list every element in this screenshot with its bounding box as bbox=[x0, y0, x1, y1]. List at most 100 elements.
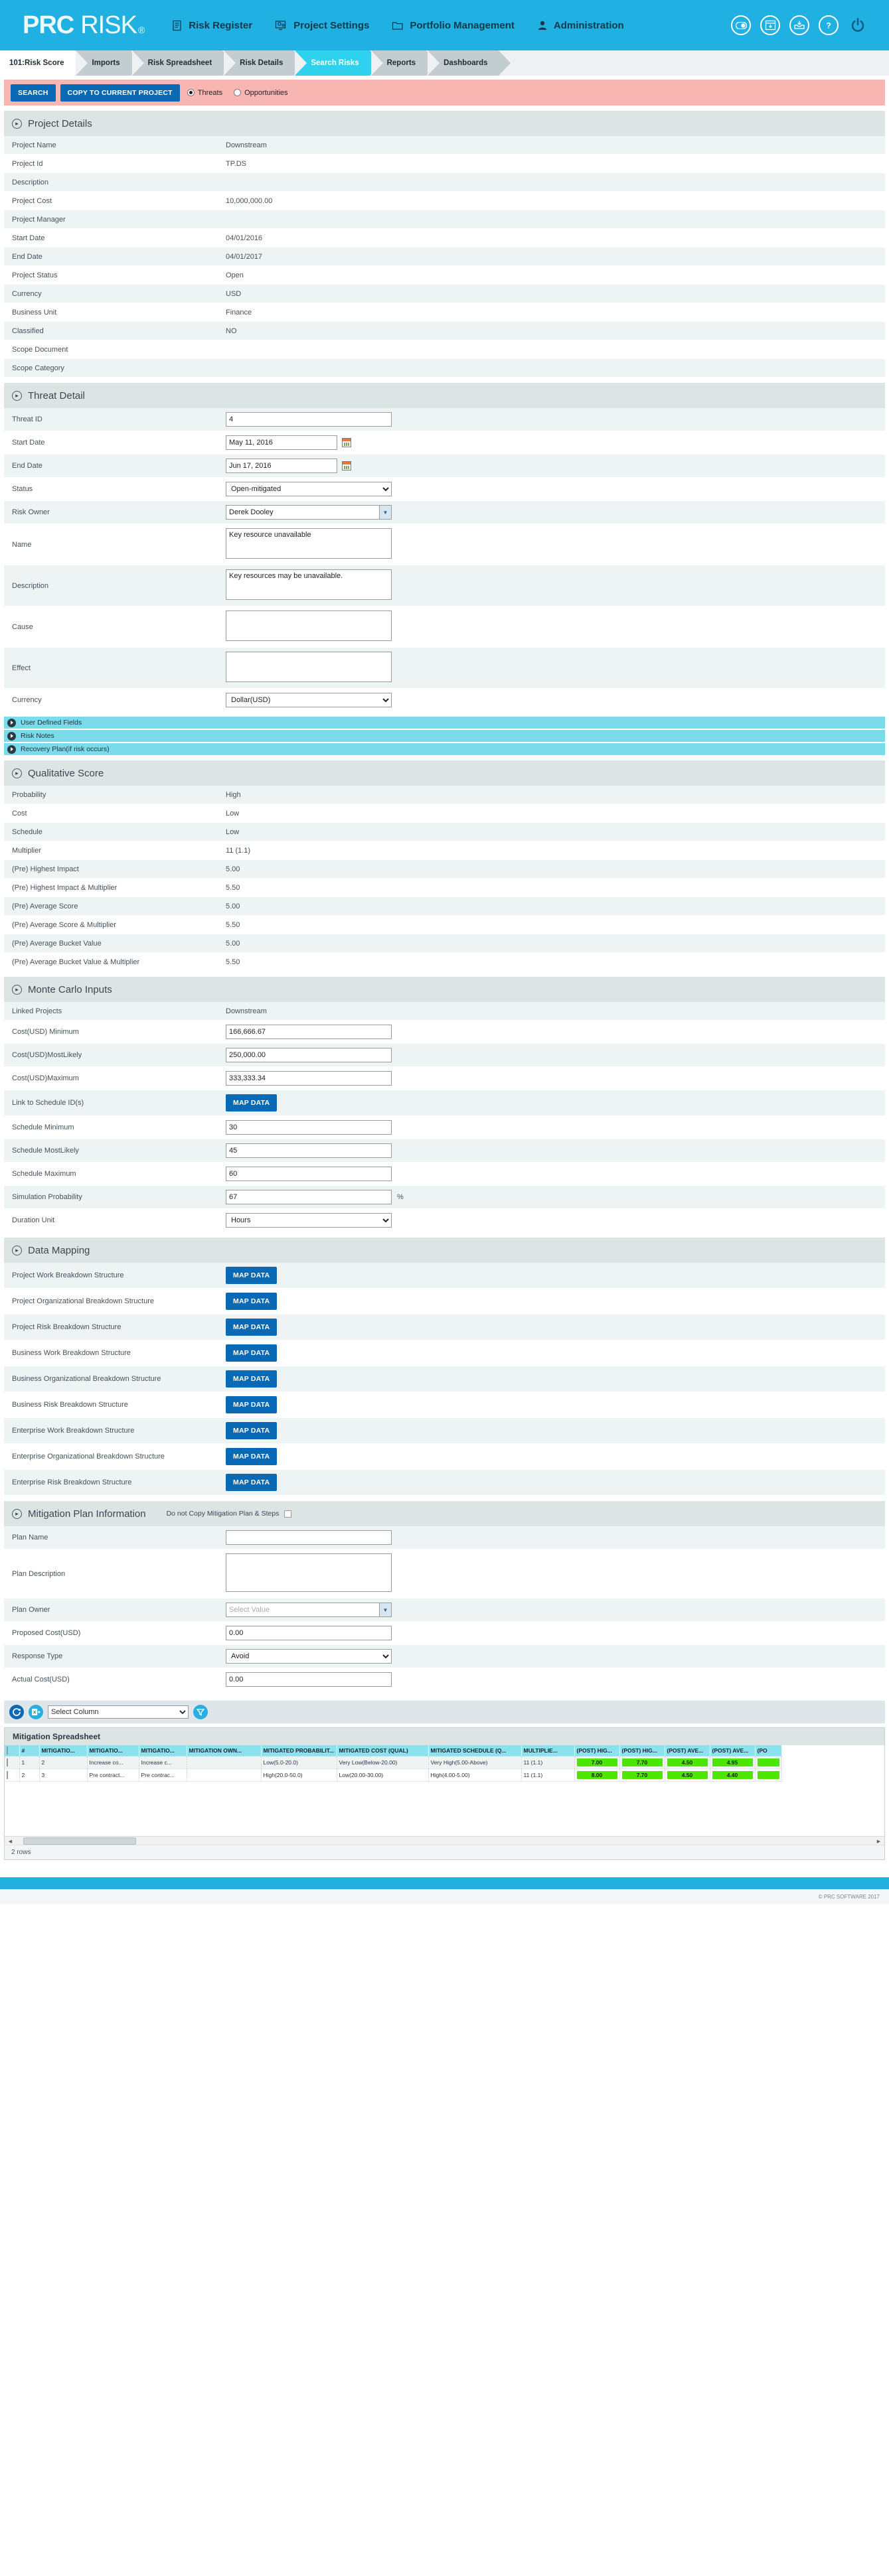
chevron-down-icon[interactable]: ▼ bbox=[379, 1603, 391, 1616]
col-header-post-partial[interactable]: (PO bbox=[755, 1745, 782, 1756]
accordion-recovery-plan[interactable]: Recovery Plan(if risk occurs) bbox=[4, 743, 885, 755]
section-header-project-details[interactable]: ▸ Project Details bbox=[4, 111, 885, 136]
col-header-mitigation-3[interactable]: MITIGATIO... bbox=[139, 1745, 187, 1756]
status-select[interactable]: Open-mitigated bbox=[226, 482, 392, 496]
map-data-button-enterprise-obs[interactable]: MAP DATA bbox=[226, 1448, 278, 1465]
nav-item-administration[interactable]: Administration bbox=[537, 20, 624, 31]
nav-item-portfolio-management[interactable]: Portfolio Management bbox=[392, 20, 515, 31]
duration-unit-select[interactable]: Hours bbox=[226, 1213, 392, 1228]
cost-maximum-input[interactable] bbox=[226, 1071, 392, 1086]
chevron-right-icon[interactable]: ▸ bbox=[12, 390, 22, 401]
map-data-button-project-rbs[interactable]: MAP DATA bbox=[226, 1319, 278, 1336]
do-not-copy-checkbox[interactable] bbox=[284, 1510, 292, 1518]
col-header-mitigated-cost[interactable]: MITIGATED COST (QUAL) bbox=[337, 1745, 429, 1756]
calendar-icon[interactable] bbox=[342, 461, 351, 470]
map-data-button-enterprise-rbs[interactable]: MAP DATA bbox=[226, 1474, 278, 1491]
section-header-monte-carlo-inputs[interactable]: ▸ Monte Carlo Inputs bbox=[4, 977, 885, 1002]
col-header-mitigation-owner[interactable]: MITIGATION OWN... bbox=[187, 1745, 262, 1756]
row-checkbox[interactable] bbox=[7, 1771, 8, 1779]
cost-mostlikely-input[interactable] bbox=[226, 1048, 392, 1062]
accordion-risk-notes[interactable]: Risk Notes bbox=[4, 730, 885, 742]
plan-description-textarea[interactable] bbox=[226, 1553, 392, 1592]
col-header-post-avg-2[interactable]: (POST) AVE... bbox=[710, 1745, 756, 1756]
calendar-icon[interactable] bbox=[342, 438, 351, 447]
chevron-right-icon[interactable]: ▸ bbox=[12, 984, 22, 995]
threat-name-textarea[interactable]: Key resource unavailable bbox=[226, 528, 392, 559]
map-data-button-enterprise-wbs[interactable]: MAP DATA bbox=[226, 1422, 278, 1439]
col-header-index[interactable]: # bbox=[19, 1745, 40, 1756]
start-date-input[interactable] bbox=[226, 435, 337, 450]
risk-owner-combo[interactable]: Derek Dooley ▼ bbox=[226, 505, 392, 520]
select-column-dropdown[interactable]: Select Column bbox=[48, 1705, 189, 1719]
map-data-button-project-obs[interactable]: MAP DATA bbox=[226, 1293, 278, 1310]
map-data-button-business-obs[interactable]: MAP DATA bbox=[226, 1370, 278, 1388]
chevron-right-icon[interactable]: ▸ bbox=[12, 1508, 22, 1519]
scroll-left-arrow-icon[interactable]: ◀ bbox=[6, 1837, 15, 1845]
copy-to-current-project-button[interactable]: COPY TO CURRENT PROJECT bbox=[60, 84, 180, 102]
threat-description-textarea[interactable]: Key resources may be unavailable. bbox=[226, 569, 392, 600]
map-data-button-project-wbs[interactable]: MAP DATA bbox=[226, 1267, 278, 1284]
section-header-qualitative-score[interactable]: ▸ Qualitative Score bbox=[4, 760, 885, 786]
cost-minimum-input[interactable] bbox=[226, 1025, 392, 1039]
threat-cause-textarea[interactable] bbox=[226, 610, 392, 641]
excel-export-icon[interactable]: X bbox=[29, 1705, 43, 1719]
select-all-checkbox[interactable] bbox=[7, 1747, 8, 1754]
chevron-right-icon[interactable]: ▸ bbox=[12, 118, 22, 129]
scrollbar-thumb[interactable] bbox=[23, 1837, 136, 1845]
power-icon[interactable] bbox=[848, 15, 868, 35]
tab-dashboards[interactable]: Dashboards bbox=[428, 50, 511, 76]
row-checkbox[interactable] bbox=[7, 1758, 8, 1766]
threat-id-input[interactable] bbox=[226, 412, 392, 427]
toggle-icon[interactable] bbox=[731, 15, 751, 35]
section-header-mitigation-plan-information[interactable]: ▸ Mitigation Plan Information Do not Cop… bbox=[4, 1501, 885, 1526]
col-header-mitigation-1[interactable]: MITIGATIO... bbox=[39, 1745, 88, 1756]
radio-opportunities[interactable] bbox=[234, 89, 242, 96]
actual-cost-input[interactable] bbox=[226, 1672, 392, 1687]
nav-item-project-settings[interactable]: Project Settings bbox=[275, 20, 369, 31]
plan-name-input[interactable] bbox=[226, 1530, 392, 1545]
scroll-right-arrow-icon[interactable]: ▶ bbox=[874, 1837, 883, 1845]
col-header-mitigated-sched[interactable]: MITIGATED SCHEDULE (Q... bbox=[428, 1745, 522, 1756]
horizontal-scrollbar[interactable]: ◀ ▶ bbox=[5, 1836, 884, 1845]
schedule-maximum-input[interactable] bbox=[226, 1167, 392, 1181]
tab-risk-score[interactable]: 101:Risk Score bbox=[0, 50, 88, 76]
chevron-right-icon[interactable]: ▸ bbox=[12, 1245, 22, 1255]
simulation-probability-input[interactable] bbox=[226, 1190, 392, 1204]
map-data-button-business-rbs[interactable]: MAP DATA bbox=[226, 1396, 278, 1413]
refresh-icon[interactable] bbox=[9, 1705, 24, 1719]
col-header-post-avg-1[interactable]: (POST) AVE... bbox=[665, 1745, 710, 1756]
table-row[interactable]: 1 2 Increase co... Increase c... Low(5.0… bbox=[5, 1756, 782, 1769]
schedule-minimum-input[interactable] bbox=[226, 1120, 392, 1135]
filter-icon[interactable] bbox=[193, 1705, 208, 1719]
row-select-cell[interactable] bbox=[5, 1756, 20, 1769]
map-data-button-schedule[interactable]: MAP DATA bbox=[226, 1094, 278, 1111]
col-header-post-high-1[interactable]: (POST) HIG... bbox=[574, 1745, 620, 1756]
section-header-threat-detail[interactable]: ▸ Threat Detail bbox=[4, 383, 885, 408]
inbox-download-icon[interactable] bbox=[789, 15, 809, 35]
nav-item-risk-register[interactable]: Risk Register bbox=[171, 20, 252, 31]
col-header-mitigated-prob[interactable]: MITIGATED PROBABILIT... bbox=[261, 1745, 337, 1756]
currency-select[interactable]: Dollar(USD) bbox=[226, 693, 392, 707]
col-header-post-high-2[interactable]: (POST) HIG... bbox=[619, 1745, 665, 1756]
row-select-cell[interactable] bbox=[5, 1768, 20, 1782]
table-row[interactable]: 2 3 Pre contract... Pre contrac... High(… bbox=[5, 1768, 782, 1782]
plan-owner-combo[interactable]: Select Value ▼ bbox=[226, 1603, 392, 1617]
select-all-header[interactable] bbox=[5, 1745, 20, 1756]
end-date-input[interactable] bbox=[226, 459, 337, 473]
map-data-button-business-wbs[interactable]: MAP DATA bbox=[226, 1344, 278, 1362]
help-icon[interactable]: ? bbox=[819, 15, 839, 35]
col-header-multiplier[interactable]: MULTIPLIE... bbox=[521, 1745, 575, 1756]
schedule-mostlikely-input[interactable] bbox=[226, 1143, 392, 1158]
accordion-user-defined-fields[interactable]: User Defined Fields bbox=[4, 717, 885, 729]
tab-search-risks[interactable]: Search Risks bbox=[295, 50, 382, 76]
chevron-right-icon[interactable]: ▸ bbox=[12, 768, 22, 778]
tab-risk-spreadsheet[interactable]: Risk Spreadsheet bbox=[131, 50, 234, 76]
threat-effect-textarea[interactable] bbox=[226, 652, 392, 682]
response-type-select[interactable]: Avoid bbox=[226, 1649, 392, 1664]
tab-risk-details[interactable]: Risk Details bbox=[224, 50, 306, 76]
tab-imports[interactable]: Imports bbox=[76, 50, 143, 76]
section-header-data-mapping[interactable]: ▸ Data Mapping bbox=[4, 1238, 885, 1263]
chevron-down-icon[interactable]: ▼ bbox=[379, 506, 391, 519]
proposed-cost-input[interactable] bbox=[226, 1626, 392, 1640]
radio-threats[interactable] bbox=[187, 89, 195, 96]
